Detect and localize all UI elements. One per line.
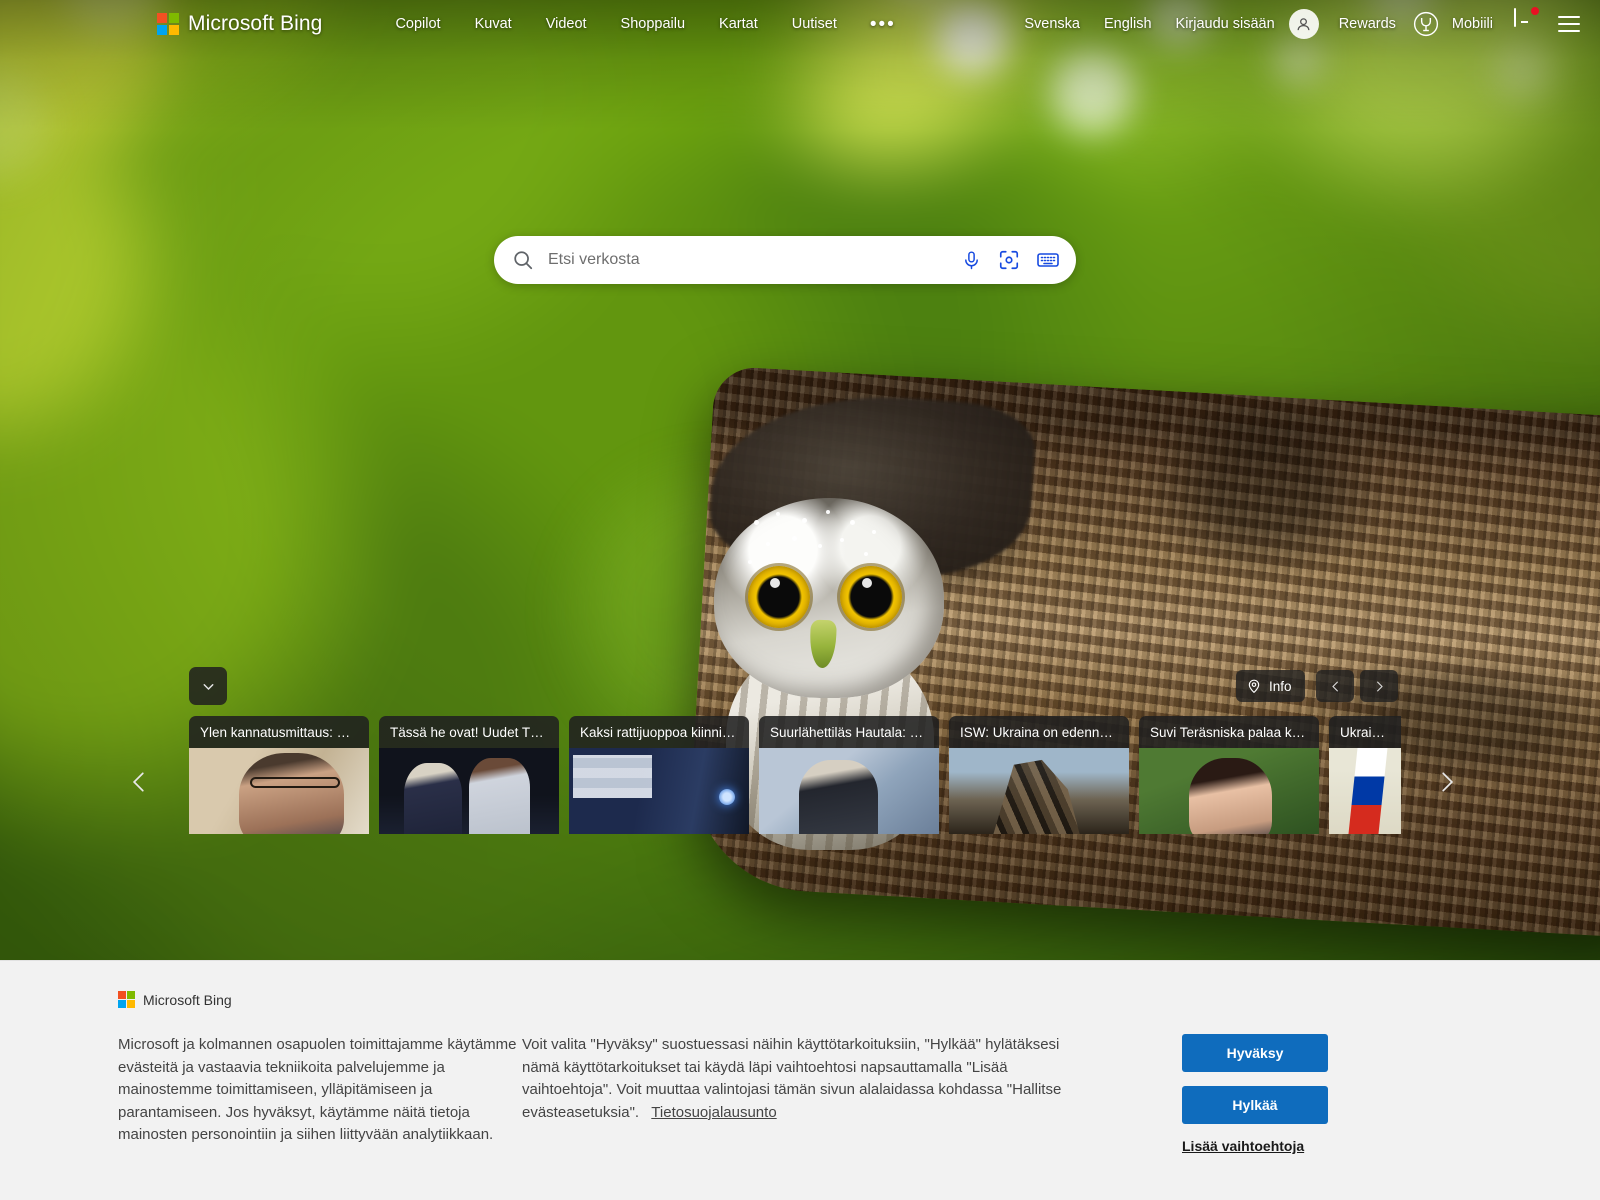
news-card-thumbnail — [949, 748, 1129, 834]
nav-overflow-icon[interactable]: ••• — [854, 13, 912, 36]
site-header: Microsoft Bing Copilot Kuvat Videot Shop… — [0, 0, 1600, 48]
location-pin-icon — [1248, 679, 1260, 694]
consent-paragraph-2-text: Voit valita "Hyväksy" suostuessasi näihi… — [522, 1036, 1062, 1121]
news-card-title: Kaksi rattijuoppoa kiinni H… — [569, 716, 749, 748]
news-card-thumbnail — [759, 748, 939, 834]
consent-column-actions: Hyväksy Hylkää Lisää vaihtoehtoja — [1182, 1034, 1482, 1156]
search-input[interactable] — [548, 251, 951, 269]
person-icon[interactable] — [1288, 9, 1319, 39]
search-bar[interactable] — [494, 236, 1076, 284]
visual-search-icon[interactable] — [998, 249, 1020, 271]
header-right-cluster: Svenska English Kirjaudu sisään Rewards — [1012, 7, 1586, 39]
news-card-title: Tässä he ovat! Uudet TTK… — [379, 716, 559, 748]
consent-brand: Microsoft Bing — [118, 991, 1600, 1008]
bing-homepage: Microsoft Bing Copilot Kuvat Videot Shop… — [0, 0, 1600, 1200]
news-card-thumbnail — [1139, 748, 1319, 834]
news-card-thumbnail — [1329, 748, 1401, 834]
microsoft-logo-icon — [118, 991, 135, 1008]
keyboard-icon[interactable] — [1036, 248, 1060, 272]
news-card-title: Suurlähettiläs Hautala: Ka… — [759, 716, 939, 748]
brand-label: Microsoft Bing — [188, 12, 323, 35]
chevron-right-icon — [1376, 681, 1383, 691]
microphone-icon[interactable] — [961, 250, 982, 271]
news-card[interactable]: ISW: Ukraina on edennyt … — [949, 716, 1129, 834]
news-card-title: Ukraina py — [1329, 716, 1401, 748]
nav-item-shoppailu[interactable]: Shoppailu — [604, 9, 703, 39]
collapse-carousel-button[interactable] — [189, 667, 227, 705]
carousel-prev-button[interactable] — [120, 752, 158, 812]
news-card[interactable]: Suurlähettiläs Hautala: Ka… — [759, 716, 939, 834]
carousel-next-button[interactable] — [1428, 752, 1466, 812]
microsoft-logo-icon — [157, 13, 179, 35]
chevron-right-icon — [1442, 772, 1454, 792]
rewards-link[interactable]: Rewards — [1327, 9, 1408, 39]
nav-item-copilot[interactable]: Copilot — [378, 9, 457, 39]
consent-paragraph-1: Microsoft ja kolmannen osapuolen toimitt… — [118, 1036, 517, 1143]
nav-item-kartat[interactable]: Kartat — [702, 9, 775, 39]
news-card[interactable]: Kaksi rattijuoppoa kiinni H… — [569, 716, 749, 834]
news-card-title: Ylen kannatusmittaus: Ko… — [189, 716, 369, 748]
language-english[interactable]: English — [1092, 9, 1164, 39]
mobile-phone-icon[interactable] — [1514, 7, 1539, 39]
chevron-left-icon — [1331, 681, 1338, 691]
chevron-left-icon — [132, 772, 144, 792]
owl-eye-right — [840, 566, 902, 628]
cookie-consent-banner: Microsoft Bing Microsoft ja kolmannen os… — [0, 960, 1600, 1200]
more-options-link[interactable]: Lisää vaihtoehtoja — [1182, 1138, 1304, 1154]
consent-paragraph-2: Voit valita "Hyväksy" suostuessasi näihi… — [522, 1034, 1078, 1124]
carousel-next-small-button[interactable] — [1360, 670, 1398, 702]
news-card[interactable]: Ylen kannatusmittaus: Ko… — [189, 716, 369, 834]
news-card-title: ISW: Ukraina on edennyt … — [949, 716, 1129, 748]
owl-head — [714, 498, 944, 698]
accept-button[interactable]: Hyväksy — [1182, 1034, 1328, 1072]
nav-item-uutiset[interactable]: Uutiset — [775, 9, 854, 39]
news-card[interactable]: Ukraina py — [1329, 716, 1401, 834]
chevron-down-icon — [203, 683, 213, 690]
news-carousel: Ylen kannatusmittaus: Ko… Tässä he ovat!… — [189, 716, 1401, 834]
news-card-title: Suvi Teräsniska palaa keik… — [1139, 716, 1319, 748]
hamburger-menu-icon[interactable] — [1558, 16, 1580, 32]
news-card-thumbnail — [189, 748, 369, 834]
owl-eye-left — [748, 566, 810, 628]
privacy-statement-link[interactable]: Tietosuojalausunto — [651, 1104, 776, 1121]
language-swedish[interactable]: Svenska — [1012, 9, 1092, 39]
news-card[interactable]: Suvi Teräsniska palaa keik… — [1139, 716, 1319, 834]
image-info-button[interactable]: Info — [1236, 670, 1305, 702]
nav-item-kuvat[interactable]: Kuvat — [458, 9, 529, 39]
owl-beak — [809, 619, 837, 669]
nav-item-videot[interactable]: Videot — [529, 9, 604, 39]
carousel-prev-small-button[interactable] — [1316, 670, 1354, 702]
hero-background-image: Microsoft Bing Copilot Kuvat Videot Shop… — [0, 0, 1600, 960]
sign-in-link[interactable]: Kirjaudu sisään — [1164, 9, 1287, 39]
microsoft-bing-logo[interactable]: Microsoft Bing — [157, 12, 322, 36]
reject-button[interactable]: Hylkää — [1182, 1086, 1328, 1124]
info-label: Info — [1269, 678, 1292, 694]
news-card[interactable]: Tässä he ovat! Uudet TTK… — [379, 716, 559, 834]
consent-column-middle: Voit valita "Hyväksy" suostuessasi näihi… — [522, 1034, 1078, 1156]
rewards-medal-icon[interactable] — [1412, 10, 1440, 38]
consent-column-left: Microsoft ja kolmannen osapuolen toimitt… — [118, 1034, 522, 1156]
primary-nav: Copilot Kuvat Videot Shoppailu Kartat Uu… — [378, 9, 911, 39]
news-card-thumbnail — [379, 748, 559, 834]
news-card-thumbnail — [569, 748, 749, 834]
consent-brand-label: Microsoft Bing — [143, 991, 232, 1008]
mobile-link[interactable]: Mobiili — [1440, 9, 1505, 39]
search-icon — [512, 249, 534, 271]
